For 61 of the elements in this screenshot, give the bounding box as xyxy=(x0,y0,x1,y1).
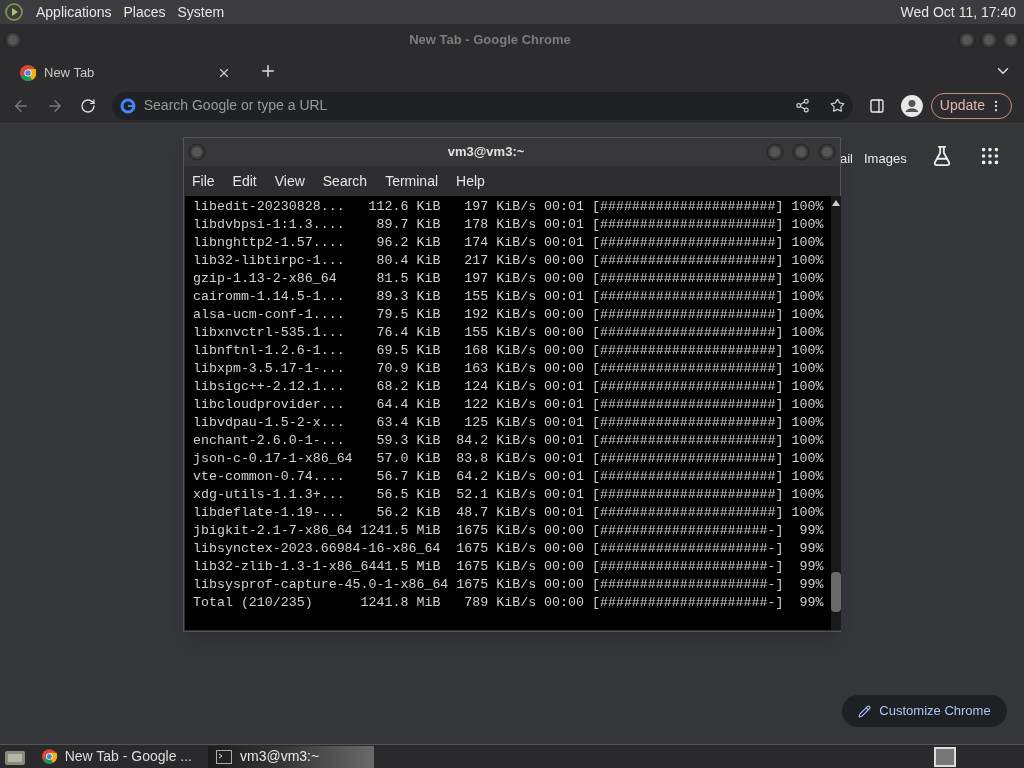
terminal-line: gzip-1.13-2-x86_64 81.5 KiB 197 KiB/s 00:00 [######################] 100% xyxy=(193,270,824,288)
terminal-line: json-c-0.17-1-x86_64 57.0 KiB 83.8 KiB/s 00:01 [######################] 100% xyxy=(193,450,824,468)
terminal-line: lib32-libtirpc-1... 80.4 KiB 217 KiB/s 00:00 [######################] 100% xyxy=(193,252,824,270)
terminal-menu[interactable]: Help xyxy=(456,170,485,192)
panel-menu[interactable]: System xyxy=(177,1,225,23)
terminal-line: libnftnl-1.2.6-1... 69.5 KiB 168 KiB/s 00:00 [######################] 100% xyxy=(193,342,824,360)
pencil-icon xyxy=(858,704,872,718)
terminal-line: libsynctex-2023.66984-16-x86_64 1675 KiB/s 00:00 [#####################-] 99% xyxy=(193,540,824,558)
new-tab-icon[interactable] xyxy=(259,62,277,80)
terminal-line: libsysprof-capture-45.0-1-x86_64 1675 KiB/s 00:00 [#####################-] 99% xyxy=(193,576,824,594)
terminal-line: jbigkit-2.1-7-x86_64 1241.5 MiB 1675 KiB/s 00:00 [#####################-] 99% xyxy=(193,522,824,540)
profile-icon[interactable] xyxy=(900,94,923,117)
taskbar-item[interactable]: vm3@vm3:~ xyxy=(208,745,374,768)
reload-icon[interactable] xyxy=(79,97,96,114)
terminal-line: alsa-ucm-conf-1.... 79.5 KiB 192 KiB/s 00:00 [######################] 100% xyxy=(193,306,824,324)
bookmark-star-icon[interactable] xyxy=(830,98,846,113)
terminal-line: libsigc++-2.12.1... 68.2 KiB 124 KiB/s 00:01 [######################] 100% xyxy=(193,378,824,396)
terminal-line: libcloudprovider... 64.4 KiB 122 KiB/s 00:01 [######################] 100% xyxy=(193,396,824,414)
terminal-line: xdg-utils-1.1.3+... 56.5 KiB 52.1 KiB/s 00:01 [######################] 100% xyxy=(193,486,824,504)
window-title: New Tab - Google Chrome xyxy=(408,31,572,50)
terminal-icon xyxy=(216,749,232,764)
address-input[interactable]: Search Google or type a URL xyxy=(143,95,788,116)
terminal-line: libnghttp2-1.57.... 96.2 KiB 174 KiB/s 00:01 [######################] 100% xyxy=(193,234,824,252)
clock: Wed Oct 11, 17:40 xyxy=(900,2,1017,22)
terminal-line: libdvbpsi-1:1.3.... 89.7 KiB 178 KiB/s 00:01 [######################] 100% xyxy=(193,216,824,234)
apps-icon[interactable] xyxy=(979,145,1001,167)
panel-menu[interactable]: Places xyxy=(123,1,166,23)
terminal-line: libedit-20230828... 112.6 KiB 197 KiB/s 00:01 [######################] 100% xyxy=(193,198,824,216)
labs-icon[interactable] xyxy=(931,145,953,167)
google-icon xyxy=(119,97,136,114)
terminal-line: libxpm-3.5.17-1-... 70.9 KiB 163 KiB/s 00:00 [######################] 100% xyxy=(193,360,824,378)
chrome-logo-icon xyxy=(20,65,36,81)
terminal-line: cairomm-1.14.5-1... 89.3 KiB 155 KiB/s 00:01 [######################] 100% xyxy=(193,288,824,306)
workspace-switcher[interactable] xyxy=(934,746,956,767)
terminal-menu[interactable]: File xyxy=(192,170,215,192)
terminal-menu[interactable]: Edit xyxy=(232,170,257,192)
side-panel-icon[interactable] xyxy=(869,97,885,114)
terminal-line: vte-common-0.74.... 56.7 KiB 64.2 KiB/s 00:01 [######################] 100% xyxy=(193,468,824,486)
terminal-menu[interactable]: Terminal xyxy=(385,170,439,192)
scroll-up-icon[interactable] xyxy=(832,200,841,206)
scrollbar[interactable] xyxy=(831,196,842,630)
terminal-line: libvdpau-1.5-2-x... 63.4 KiB 125 KiB/s 00:01 [######################] 100% xyxy=(193,414,824,432)
terminal-line: libdeflate-1.19-... 56.2 KiB 48.7 KiB/s 00:01 [######################] 100% xyxy=(193,504,824,522)
terminal-line: libxnvctrl-535.1... 76.4 KiB 155 KiB/s 00:00 [######################] 100% xyxy=(193,324,824,342)
share-icon[interactable] xyxy=(795,98,811,113)
terminal-line: Total (210/235) 1241.8 MiB 789 KiB/s 00:00 [#####################-] 99% xyxy=(193,594,824,612)
taskbar-item[interactable]: New Tab - Google ... xyxy=(34,745,200,768)
panel-menu[interactable]: Applications xyxy=(36,1,112,23)
terminal-title: vm3@vm3:~ xyxy=(446,143,526,162)
chrome-logo-icon xyxy=(42,748,57,765)
terminal-menu[interactable]: Search xyxy=(322,170,368,192)
scroll-thumb[interactable] xyxy=(831,572,842,612)
customize-chrome-button[interactable]: Customize Chrome xyxy=(842,695,1007,727)
terminal-line: enchant-2.6.0-1-... 59.3 KiB 84.2 KiB/s 00:01 [######################] 100% xyxy=(193,432,824,450)
logo-icon[interactable] xyxy=(4,2,24,22)
address-bar[interactable]: Search Google or type a URL xyxy=(111,91,854,120)
terminal-menu[interactable]: View xyxy=(274,170,305,192)
images-link[interactable]: Images xyxy=(864,149,907,169)
close-icon[interactable] xyxy=(217,66,231,80)
terminal-line: lib32-zlib-1.3-1-x86_6441.5 MiB 1675 KiB/s 00:00 [#####################-] 99% xyxy=(193,558,824,576)
gmail-link[interactable]: ail xyxy=(840,149,853,169)
